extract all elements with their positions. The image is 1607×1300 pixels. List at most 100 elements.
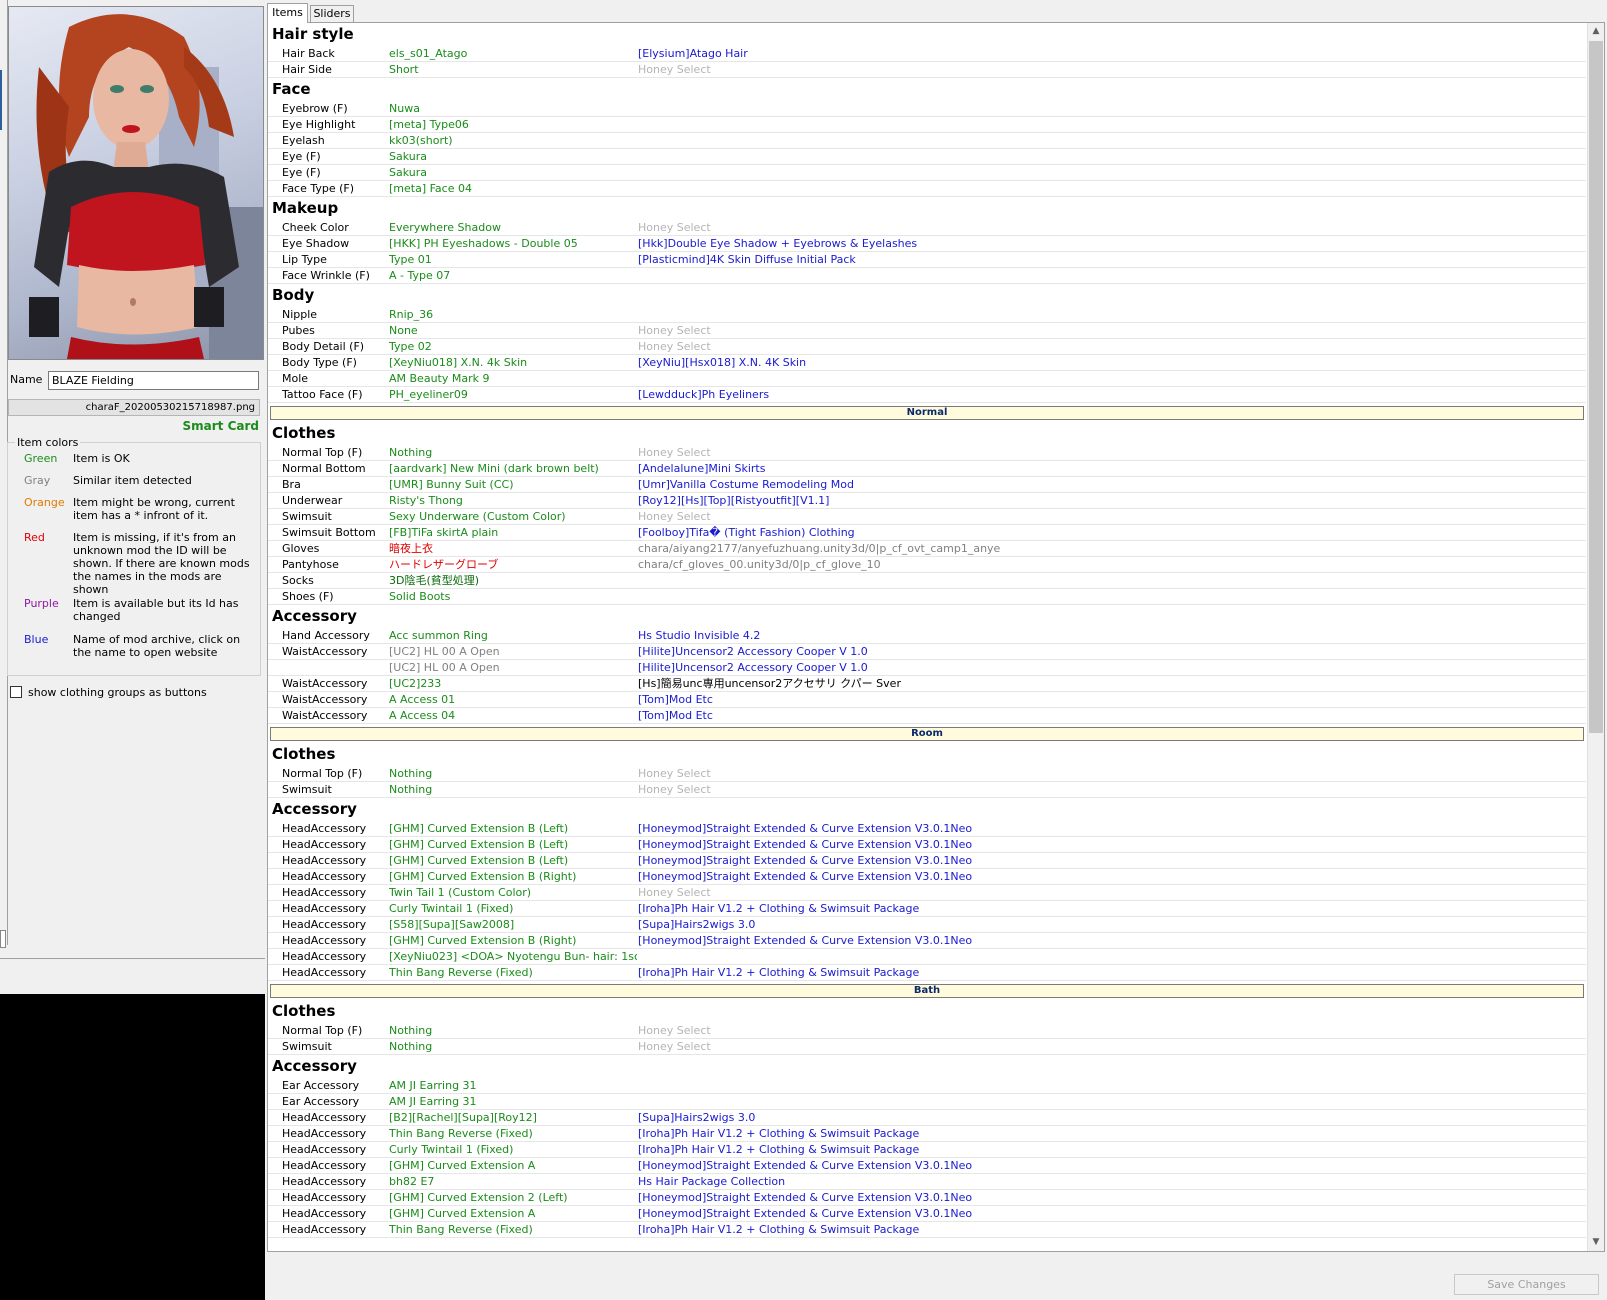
item-row: Swimsuit Nothing Honey Select [268,1039,1586,1055]
item-row: HeadAccessory [GHM] Curved Extension B (L… [268,821,1586,837]
item-row: Tattoo Face (F) PH_eyeliner09 [Lewdduck]Ph… [268,387,1586,403]
mod-archive-link[interactable]: [Hilite]Uncensor2 Accessory Cooper V 1.0 [638,660,1578,675]
mod-archive-link[interactable]: [Honeymod]Straight Extended & Curve Exte… [638,837,1578,852]
mod-archive-link[interactable]: [Elysium]Atago Hair [638,46,1578,61]
name-input[interactable] [48,371,259,390]
mod-archive-link[interactable]: [Honeymod]Straight Extended & Curve Exte… [638,933,1578,948]
item-slot-label: Bra [282,478,301,491]
mod-archive-link[interactable]: [Honeymod]Straight Extended & Curve Exte… [638,821,1578,836]
item-slot-label: HeadAccessory [282,902,367,915]
item-slot-label: Cheek Color [282,221,349,234]
item-slot-label: HeadAccessory [282,838,367,851]
mod-archive-link[interactable]: [Plasticmind]4K Skin Diffuse Initial Pac… [638,252,1578,267]
mod-archive-link[interactable]: [Tom]Mod Etc [638,708,1578,723]
mod-archive-link[interactable]: [Lewdduck]Ph Eyeliners [638,387,1578,402]
scrollbar-thumb[interactable] [1589,41,1603,733]
mod-archive-link[interactable]: [Foolboy]Tifa� (Tight Fashion) Clothing [638,525,1578,540]
item-row: Normal Top (F) Nothing Honey Select [268,445,1586,461]
mod-archive-link[interactable]: [XeyNiu][Hsx018] X.N. 4K Skin [638,355,1578,370]
item-color-name: Orange [24,496,65,509]
item-row: Hair Back els_s01_Atago [Elysium]Atago Hai… [268,46,1586,62]
item-row: Eye Highlight [meta] Type06 [268,117,1586,133]
mod-archive-link[interactable]: [Iroha]Ph Hair V1.2 + Clothing & Swimsui… [638,901,1578,916]
item-row: HeadAccessory Curly Twintail 1 (Fixed) [Ir… [268,1142,1586,1158]
mod-archive-link[interactable]: [Iroha]Ph Hair V1.2 + Clothing & Swimsui… [638,1126,1578,1141]
item-row: Normal Bottom [aardvark] New Mini (dark b… [268,461,1586,477]
item-row: Body Detail (F) Type 02 Honey Select [268,339,1586,355]
item-slot-label: HeadAccessory [282,886,367,899]
item-name: A - Type 07 [389,269,451,282]
mod-archive-link[interactable]: [Tom]Mod Etc [638,692,1578,707]
item-name: [FB]TiFa skirtA plain [389,526,499,539]
item-row: HeadAccessory Curly Twintail 1 (Fixed) [Ir… [268,901,1586,917]
mod-archive-link[interactable]: [Iroha]Ph Hair V1.2 + Clothing & Swimsui… [638,1222,1578,1237]
item-name: [HKK] PH Eyeshadows - Double 05 [389,237,578,250]
mod-archive-link[interactable]: [Roy12][Hs][Top][Ristyoutfit][V1.1] [638,493,1578,508]
mod-archive-link[interactable]: Hs Studio Invisible 4.2 [638,628,1578,643]
scroll-down-arrow-icon[interactable]: ▼ [1588,1234,1604,1251]
edge-handle[interactable] [0,930,6,948]
item-slot-label: Ear Accessory [282,1095,360,1108]
mod-archive-link[interactable]: [Hilite]Uncensor2 Accessory Cooper V 1.0 [638,644,1578,659]
mod-archive-link[interactable]: [Honeymod]Straight Extended & Curve Exte… [638,869,1578,884]
item-name: Nothing [389,1024,433,1037]
item-name: [UC2] HL 00 A Open [389,645,500,658]
vertical-scrollbar[interactable]: ▲ ▼ [1587,23,1604,1251]
item-name: [GHM] Curved Extension B (Left) [389,854,569,867]
mod-archive-link[interactable]: [Iroha]Ph Hair V1.2 + Clothing & Swimsui… [638,1142,1578,1157]
mod-archive-link: Honey Select [638,340,711,353]
right-panel: Items Sliders Hair style Hair Back els_s01… [265,0,1607,1300]
mod-archive-link[interactable]: [Umr]Vanilla Costume Remodeling Mod [638,477,1578,492]
mod-archive-link[interactable]: [Iroha]Ph Hair V1.2 + Clothing & Swimsui… [638,965,1578,980]
item-row: Mole AM Beauty Mark 9 [268,371,1586,387]
item-row: Pubes None Honey Select [268,323,1586,339]
item-name: [UMR] Bunny Suit (CC) [389,478,514,491]
item-slot-label: HeadAccessory [282,934,367,947]
show-groups-checkbox[interactable] [10,686,22,698]
mod-archive-link[interactable]: [Honeymod]Straight Extended & Curve Exte… [638,853,1578,868]
mod-archive-link[interactable]: [Supa]Hairs2wigs 3.0 [638,917,1578,932]
item-slot-label: Tattoo Face (F) [282,388,363,401]
tab-sliders[interactable]: Sliders [310,5,354,23]
item-name: Sakura [389,166,427,179]
save-changes-button[interactable]: Save Changes [1454,1274,1599,1295]
tab-items[interactable]: Items [267,3,308,23]
mod-archive-link[interactable]: [Supa]Hairs2wigs 3.0 [638,1110,1578,1125]
mod-archive-link[interactable]: [Honeymod]Straight Extended & Curve Exte… [638,1158,1578,1173]
item-slot-label: Nipple [282,308,318,321]
item-name: kk03(short) [389,134,453,147]
item-row: HeadAccessory Thin Bang Reverse (Fixed) [I… [268,1126,1586,1142]
mod-archive-link[interactable]: Hs Hair Package Collection [638,1174,1578,1189]
item-color-desc: Item might be wrong, current item has a … [73,496,235,522]
items-list: Hair style Hair Back els_s01_Atago [Elysium… [268,23,1586,1238]
item-slot-label: HeadAccessory [282,1191,367,1204]
item-slot-label: HeadAccessory [282,1207,367,1220]
mod-archive-link[interactable]: [Honeymod]Straight Extended & Curve Exte… [638,1206,1578,1221]
item-name: els_s01_Atago [389,47,468,60]
item-name: 暗夜上衣 [389,542,433,555]
item-slot-label: WaistAccessory [282,693,368,706]
section-header: Accessory [272,607,357,625]
item-slot-label: Face Type (F) [282,182,355,195]
item-row: Eyelash kk03(short) [268,133,1586,149]
item-name: bh82 E7 [389,1175,435,1188]
item-name: [S58][Supa][Saw2008] [389,918,515,931]
mod-archive-link: Honey Select [638,1024,711,1037]
mod-archive-link[interactable]: [Hkk]Double Eye Shadow + Eyebrows & Eyel… [638,236,1578,251]
item-name: [GHM] Curved Extension B (Right) [389,934,577,947]
item-row: Nipple Rnip_36 [268,307,1586,323]
item-row: Ear Accessory AM JI Earring 31 [268,1078,1586,1094]
mod-archive-link[interactable]: [Andelalune]Mini Skirts [638,461,1578,476]
item-slot-label: Socks [282,574,314,587]
scroll-up-arrow-icon[interactable]: ▲ [1588,23,1604,40]
item-row: Eye Shadow [HKK] PH Eyeshadows - Double 0… [268,236,1586,252]
mod-archive-link: Honey Select [638,510,711,523]
mod-archive-link[interactable]: [Honeymod]Straight Extended & Curve Exte… [638,1190,1578,1205]
item-name: [meta] Type06 [389,118,469,131]
item-row: Hand Accessory Acc summon Ring Hs Studio I… [268,628,1586,644]
item-name: [UC2] HL 00 A Open [389,661,500,674]
item-slot-label: Normal Bottom [282,462,366,475]
item-row: HeadAccessory [GHM] Curved Extension A [Ho… [268,1206,1586,1222]
item-name: Thin Bang Reverse (Fixed) [389,1127,533,1140]
item-name: Curly Twintail 1 (Fixed) [389,1143,514,1156]
